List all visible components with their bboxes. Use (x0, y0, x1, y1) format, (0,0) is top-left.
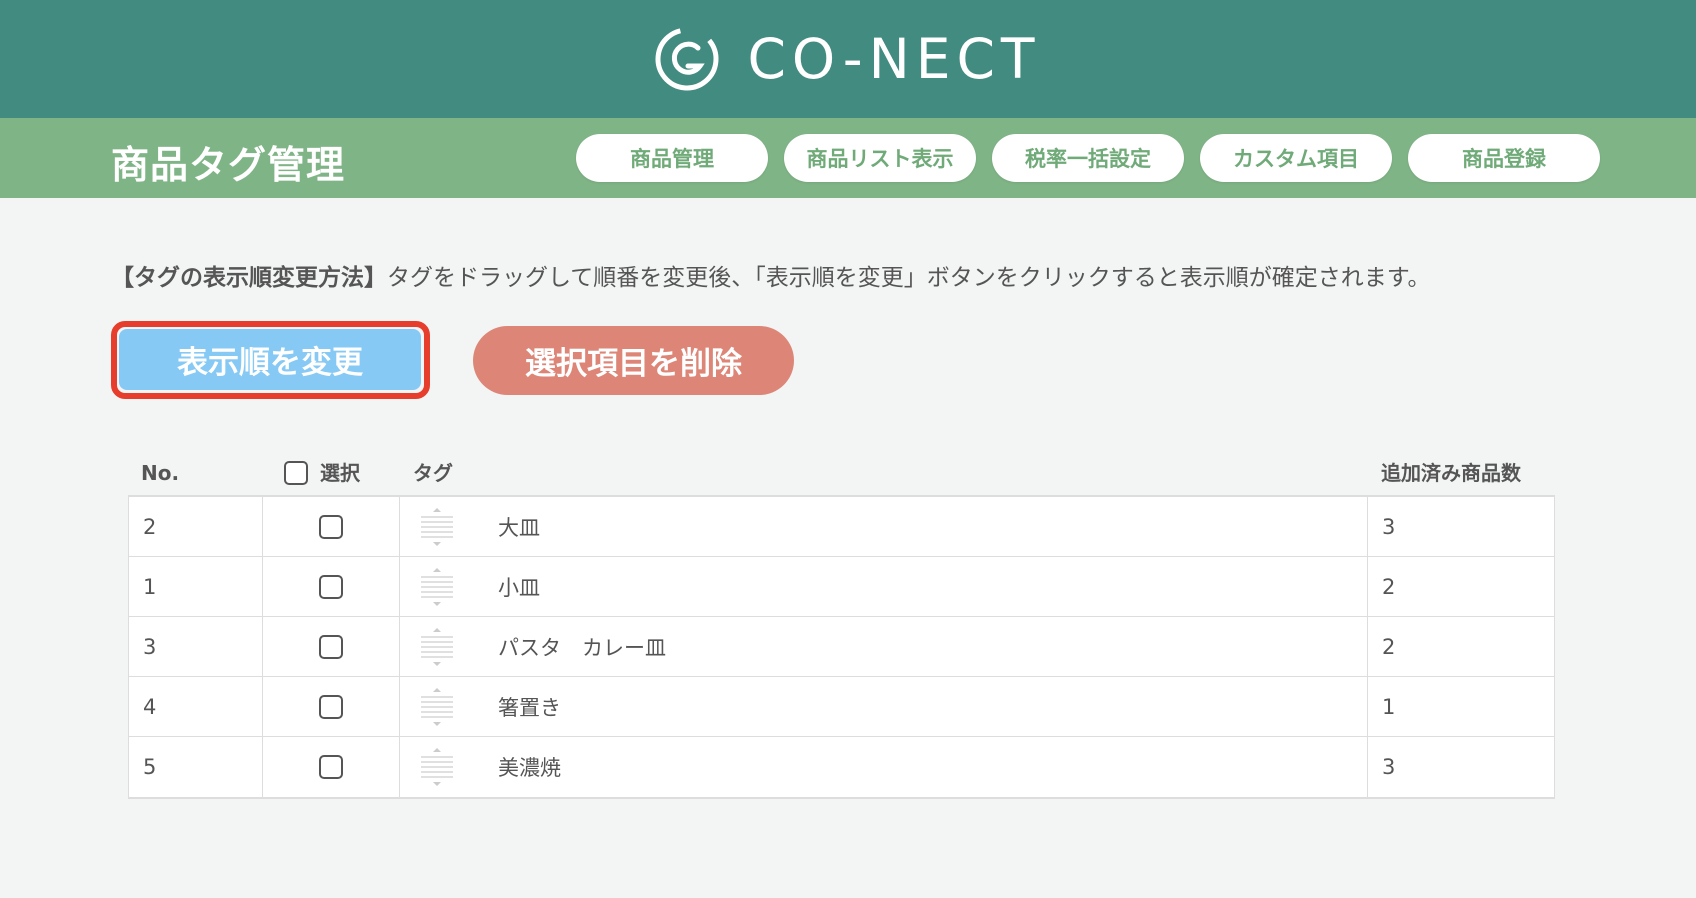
nav-item-product-management[interactable]: 商品管理 (576, 134, 768, 182)
table-row[interactable]: 3 パスタ カレー皿 2 (128, 617, 1555, 677)
tag-name: 美濃焼 (498, 756, 561, 780)
row-select-cell (263, 677, 400, 737)
row-select-cell (263, 617, 400, 677)
instructions-body: タグをドラッグして順番を変更後、「表示順を変更」ボタンをクリックすると表示順が確… (387, 265, 1431, 291)
tag-name: 大皿 (498, 516, 540, 540)
row-tag-cell: 小皿 (400, 557, 1368, 617)
table-row[interactable]: 1 小皿 2 (128, 557, 1555, 617)
nav-item-tax-rate[interactable]: 税率一括設定 (992, 134, 1184, 182)
row-number: 4 (128, 677, 263, 737)
column-header-no: No. (141, 461, 180, 485)
row-number: 3 (128, 617, 263, 677)
row-select-cell (263, 497, 400, 557)
column-header-count: 追加済み商品数 (1381, 461, 1521, 485)
column-header-select: 選択 (284, 458, 360, 488)
brand-logo[interactable]: CO-NECT (654, 26, 1041, 92)
product-count: 2 (1368, 557, 1555, 617)
drag-handle-icon[interactable] (420, 687, 454, 727)
table-row[interactable]: 5 美濃焼 3 (128, 737, 1555, 797)
drag-handle-icon[interactable] (420, 507, 454, 547)
delete-selected-button[interactable]: 選択項目を削除 (473, 326, 794, 395)
table-row[interactable]: 2 大皿 3 (128, 497, 1555, 557)
top-header: CO-NECT (0, 0, 1696, 118)
table-row[interactable]: 4 箸置き 1 (128, 677, 1555, 737)
page-title: 商品タグ管理 (111, 143, 346, 187)
row-number: 5 (128, 737, 263, 797)
row-select-cell (263, 737, 400, 797)
sub-header: 商品タグ管理 商品管理 商品リスト表示 税率一括設定 カスタム項目 商品登録 (0, 118, 1696, 198)
row-checkbox[interactable] (319, 515, 343, 539)
drag-handle-icon[interactable] (420, 567, 454, 607)
nav-item-product-list[interactable]: 商品リスト表示 (784, 134, 976, 182)
row-tag-cell: 箸置き (400, 677, 1368, 737)
row-checkbox[interactable] (319, 695, 343, 719)
tag-name: 箸置き (498, 696, 561, 720)
conect-logo-icon (655, 27, 719, 91)
row-number: 1 (128, 557, 263, 617)
table-header: No. 選択 タグ 追加済み商品数 (128, 458, 1555, 496)
drag-handle-icon[interactable] (420, 627, 454, 667)
nav-menu: 商品管理 商品リスト表示 税率一括設定 カスタム項目 商品登録 (576, 134, 1600, 182)
change-order-button[interactable]: 表示順を変更 (119, 329, 421, 390)
row-checkbox[interactable] (319, 755, 343, 779)
column-header-select-label: 選択 (320, 461, 360, 485)
tag-name: パスタ カレー皿 (498, 636, 666, 660)
product-count: 1 (1368, 677, 1555, 737)
product-count: 3 (1368, 497, 1555, 557)
product-count: 3 (1368, 737, 1555, 797)
column-header-tag: タグ (413, 461, 453, 485)
row-tag-cell: パスタ カレー皿 (400, 617, 1368, 677)
brand-name: CO-NECT (747, 27, 1041, 91)
row-select-cell (263, 557, 400, 617)
row-tag-cell: 美濃焼 (400, 737, 1368, 797)
row-checkbox[interactable] (319, 635, 343, 659)
instructions-heading: 【タグの表示順変更方法】 (111, 265, 387, 291)
drag-handle-icon[interactable] (420, 747, 454, 787)
tag-name: 小皿 (498, 576, 540, 600)
tag-table: 2 大皿 3 1 小皿 2 3 パスタ カレー皿 2 4 箸置き 1 5 美濃焼… (128, 495, 1555, 799)
row-number: 2 (128, 497, 263, 557)
row-tag-cell: 大皿 (400, 497, 1368, 557)
select-all-checkbox[interactable] (284, 461, 308, 485)
nav-item-custom-fields[interactable]: カスタム項目 (1200, 134, 1392, 182)
reorder-instructions: 【タグの表示順変更方法】タグをドラッグして順番を変更後、「表示順を変更」ボタンを… (111, 258, 1431, 292)
row-checkbox[interactable] (319, 575, 343, 599)
nav-item-product-register[interactable]: 商品登録 (1408, 134, 1600, 182)
product-count: 2 (1368, 617, 1555, 677)
